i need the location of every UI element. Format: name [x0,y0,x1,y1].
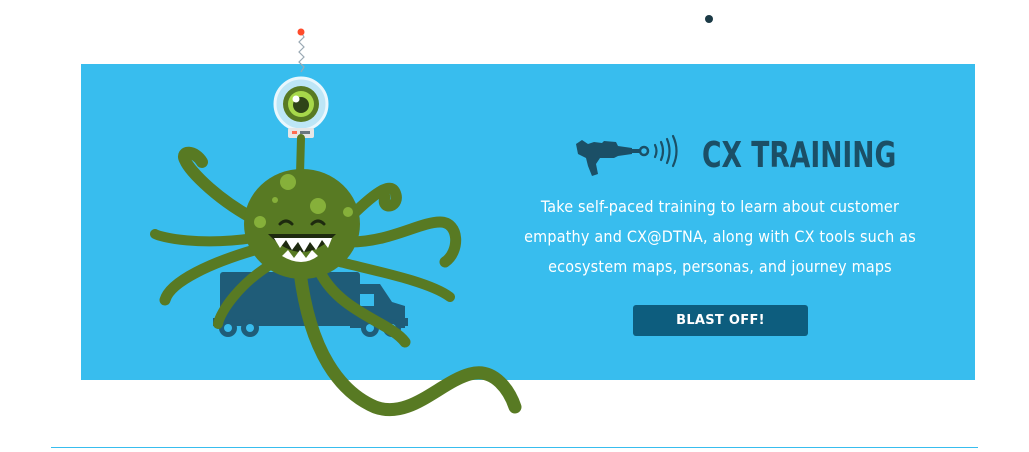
blast-off-button[interactable]: BLAST OFF! [633,305,808,336]
antenna [298,31,305,73]
octopus-alien-illustration [150,28,522,417]
section-title: CX TRAINING [702,134,897,176]
title-row: CX TRAINING [574,130,939,180]
decorative-dot [705,15,713,23]
ray-gun-icon [576,134,678,176]
antenna-tip [297,28,305,36]
section-description: Take self-paced training to learn about … [524,197,916,276]
section-divider [51,447,978,448]
